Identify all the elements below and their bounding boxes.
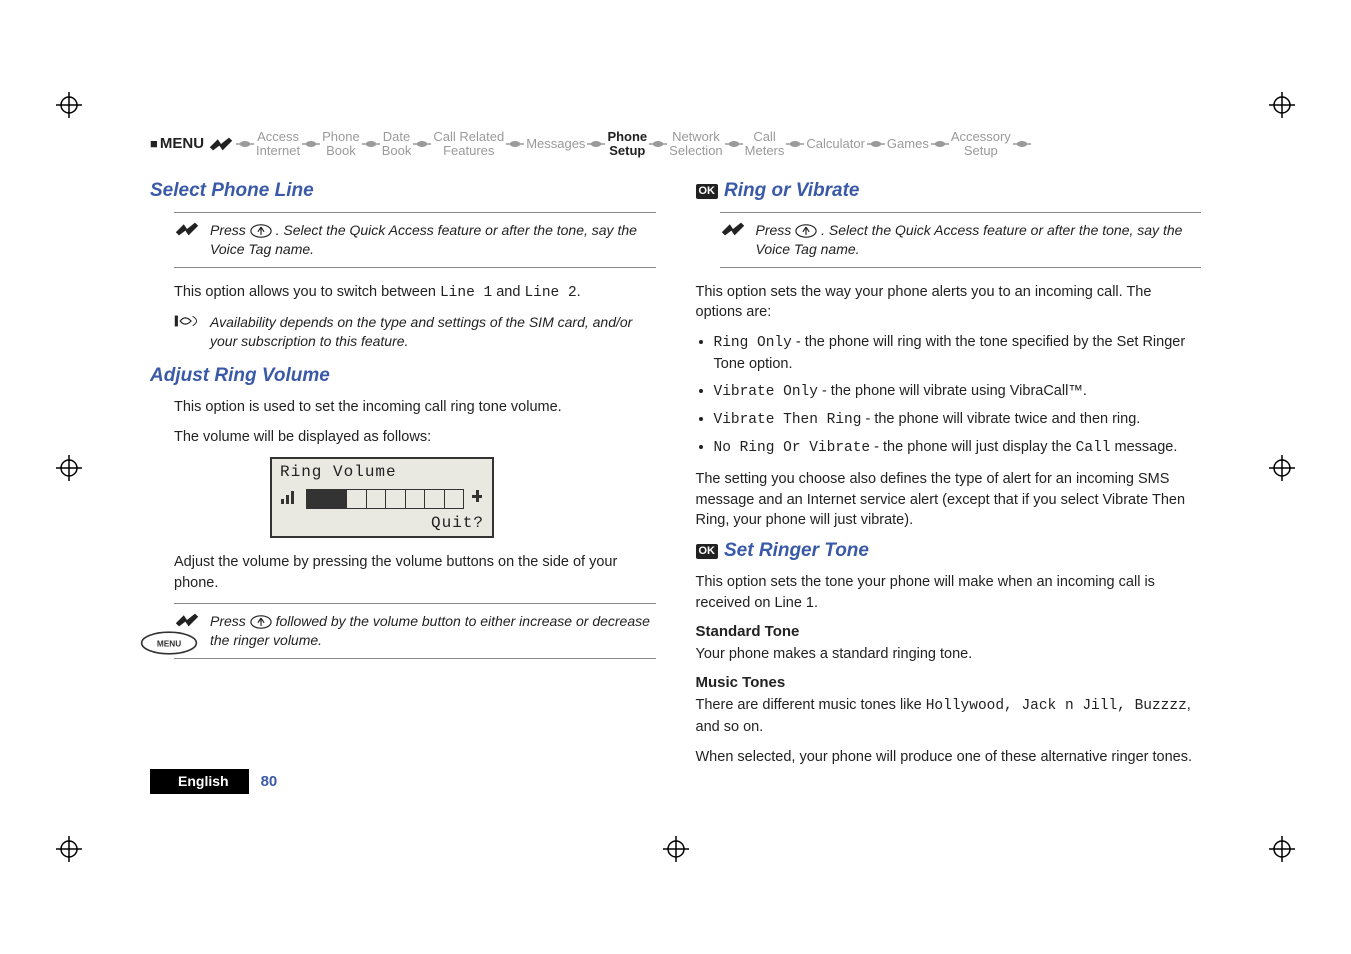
hint-text: . Select the Quick Access feature or aft… <box>756 222 1183 257</box>
breadcrumb-item: NetworkSelection <box>669 130 722 158</box>
ok-badge-icon: OK <box>696 544 719 559</box>
breadcrumb-separator-icon <box>234 139 256 149</box>
footer-language: English <box>150 769 249 794</box>
breadcrumb-item: PhoneSetup <box>607 130 647 158</box>
paragraph: There are different music tones like Hol… <box>696 695 1202 737</box>
heading-text: Adjust Ring Volume <box>150 365 330 387</box>
crop-mark-icon <box>1269 455 1295 481</box>
volume-bar <box>306 489 464 509</box>
page-footer: English 80 <box>150 769 289 794</box>
signal-bars-icon <box>280 487 300 510</box>
svg-text:MENU: MENU <box>157 639 181 648</box>
footer-page-number: 80 <box>249 769 290 794</box>
crop-mark-icon <box>56 92 82 118</box>
breadcrumb-separator-icon <box>360 139 382 149</box>
left-column: Select Phone Line Press . Select the Qui… <box>150 180 656 824</box>
hint-text: Press <box>210 613 250 629</box>
ok-badge-icon: OK <box>696 184 719 199</box>
crop-mark-icon <box>56 836 82 862</box>
breadcrumb-item: AccessorySetup <box>951 130 1011 158</box>
lcd-row-quit: Quit? <box>272 514 492 536</box>
breadcrumb-separator-icon <box>504 139 526 149</box>
hint-text: Press <box>756 222 796 238</box>
note-icon <box>174 313 202 334</box>
breadcrumb-item: Call RelatedFeatures <box>433 130 504 158</box>
breadcrumb-item: CallMeters <box>745 130 785 158</box>
list-item: Vibrate Then Ring - the phone will vibra… <box>714 409 1202 431</box>
breadcrumb-separator-icon <box>585 139 607 149</box>
paragraph: When selected, your phone will produce o… <box>696 747 1202 767</box>
hint-text: Press <box>210 222 250 238</box>
crop-mark-icon <box>663 836 689 862</box>
menu-badge-icon: MENU <box>140 630 198 661</box>
paragraph: The setting you choose also defines the … <box>696 469 1202 530</box>
heading-adjust-ring-volume: Adjust Ring Volume <box>150 365 656 387</box>
note-text: Availability depends on the type and set… <box>210 313 656 351</box>
quick-access-icon <box>174 221 200 242</box>
quick-access-hint: Press followed by the volume button to e… <box>174 603 656 659</box>
breadcrumb-separator-icon <box>723 139 745 149</box>
lcd-row-title: Ring Volume <box>272 459 492 485</box>
paragraph: The volume will be displayed as follows: <box>174 427 656 447</box>
breadcrumb-item: PhoneBook <box>322 130 360 158</box>
breadcrumb-separator-icon <box>1011 139 1033 149</box>
quick-access-hint: Press . Select the Quick Access feature … <box>720 212 1202 268</box>
breadcrumb-separator-icon <box>647 139 669 149</box>
heading-text: Set Ringer Tone <box>724 540 869 562</box>
paragraph: This option allows you to switch between… <box>174 282 656 303</box>
heading-text: Select Phone Line <box>150 180 314 202</box>
paragraph: This option sets the way your phone aler… <box>696 282 1202 323</box>
up-key-icon <box>250 224 272 238</box>
breadcrumb-separator-icon <box>865 139 887 149</box>
quick-access-hint: Press . Select the Quick Access feature … <box>174 212 656 268</box>
list-item: Vibrate Only - the phone will vibrate us… <box>714 381 1202 403</box>
breadcrumb-item: Games <box>887 130 929 158</box>
hint-text: . Select the Quick Access feature or aft… <box>210 222 637 257</box>
paragraph: Your phone makes a standard ringing tone… <box>696 644 1202 664</box>
hint-text: followed by the volume button to either … <box>210 613 650 648</box>
paragraph: This option sets the tone your phone wil… <box>696 572 1202 613</box>
quick-access-icon <box>720 221 746 242</box>
list-item: Ring Only - the phone will ring with the… <box>714 332 1202 375</box>
breadcrumb-separator-icon <box>300 139 322 149</box>
quick-access-icon <box>208 136 234 152</box>
paragraph: Adjust the volume by pressing the volume… <box>174 552 656 593</box>
breadcrumb-item: Calculator <box>806 130 865 158</box>
crop-mark-icon <box>56 455 82 481</box>
breadcrumb-item: Messages <box>526 130 585 158</box>
up-key-icon <box>795 224 817 238</box>
lcd-screen-mock: Ring Volume Quit? <box>270 457 494 538</box>
crop-mark-icon <box>1269 836 1295 862</box>
menu-label: MENU <box>160 137 204 151</box>
up-key-icon <box>250 615 272 629</box>
crop-mark-icon <box>1269 92 1295 118</box>
breadcrumb-separator-icon <box>411 139 433 149</box>
breadcrumb-item: DateBook <box>382 130 412 158</box>
list-item: No Ring Or Vibrate - the phone will just… <box>714 437 1202 459</box>
heading-select-phone-line: Select Phone Line <box>150 180 656 202</box>
availability-note: Availability depends on the type and set… <box>174 313 656 351</box>
heading-text: Ring or Vibrate <box>724 180 859 202</box>
heading-set-ringer-tone: OK Set Ringer Tone <box>696 540 1202 562</box>
subheading-standard-tone: Standard Tone <box>696 623 1202 640</box>
heading-ring-or-vibrate: OK Ring or Vibrate <box>696 180 1202 202</box>
right-column: OK Ring or Vibrate Press . Select the Qu… <box>696 180 1202 824</box>
paragraph: This option is used to set the incoming … <box>174 397 656 417</box>
breadcrumb-separator-icon <box>929 139 951 149</box>
options-list: Ring Only - the phone will ring with the… <box>696 332 1202 459</box>
breadcrumb-separator-icon <box>784 139 806 149</box>
subheading-music-tones: Music Tones <box>696 674 1202 691</box>
breadcrumb: ■ MENU AccessInternetPhoneBookDateBookCa… <box>150 130 1201 158</box>
breadcrumb-item: AccessInternet <box>256 130 300 158</box>
volume-slider-icon <box>470 487 484 510</box>
